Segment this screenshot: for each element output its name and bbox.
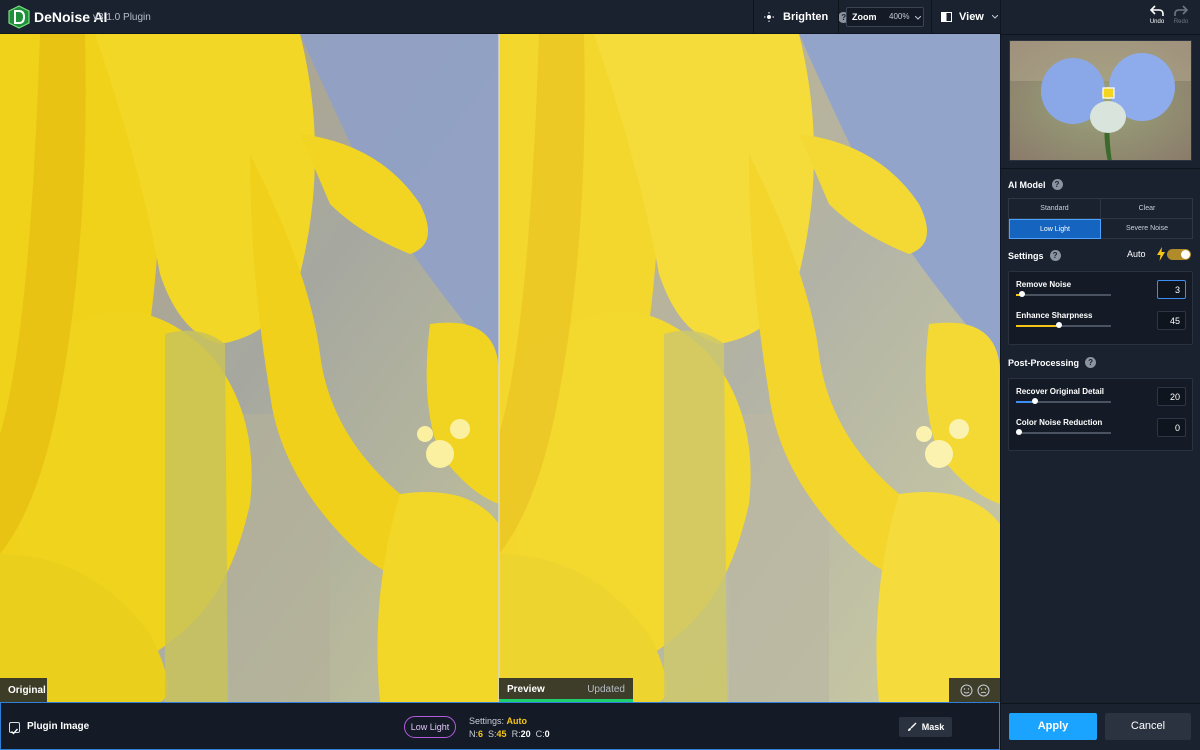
- recover-detail-slider[interactable]: [1016, 398, 1111, 404]
- post-processing-title: Post-Processing: [1008, 357, 1080, 368]
- view-dropdown[interactable]: View: [941, 0, 998, 34]
- model-standard[interactable]: Standard: [1009, 199, 1101, 219]
- slider-fill: [1016, 325, 1059, 327]
- ai-model-title: AI Model: [1008, 179, 1046, 190]
- zoom-dropdown[interactable]: Zoom 400%: [846, 7, 924, 27]
- frown-icon[interactable]: [977, 684, 990, 697]
- undo-button[interactable]: Undo: [1147, 5, 1167, 25]
- zoom-value: 400%: [889, 12, 910, 21]
- model-pill: Low Light: [404, 716, 456, 738]
- settings-panel: Undo Redo AI Model ? Standard Clear Low …: [1000, 0, 1200, 750]
- color-noise-label: Color Noise Reduction: [1016, 418, 1103, 427]
- feedback-buttons: [949, 678, 1000, 702]
- c-value: 0: [544, 729, 550, 739]
- model-severe-noise[interactable]: Severe Noise: [1101, 219, 1193, 239]
- panel-divider: [1001, 34, 1200, 35]
- preview-label: Preview: [507, 684, 545, 695]
- enhance-sharpness-label: Enhance Sharpness: [1016, 311, 1093, 320]
- toolbar-divider: [838, 0, 839, 34]
- plugin-image-label: Plugin Image: [27, 721, 90, 732]
- panel-divider: [1001, 703, 1200, 704]
- settings-header: Settings ?: [1008, 250, 1061, 261]
- cancel-button[interactable]: Cancel: [1105, 713, 1191, 740]
- enhance-sharpness-value[interactable]: 45: [1157, 311, 1186, 330]
- chevron-down-icon: [991, 15, 998, 19]
- original-label: Original: [0, 678, 47, 702]
- c-label: C:: [535, 729, 545, 739]
- slider-knob[interactable]: [1032, 398, 1038, 404]
- smile-icon[interactable]: [960, 684, 973, 697]
- auto-label: Auto: [1127, 249, 1146, 259]
- check-icon: [11, 728, 19, 735]
- settings-mode: Auto: [506, 716, 528, 726]
- toggle-knob: [1181, 250, 1190, 259]
- ai-model-selector: Standard Clear Low Light Severe Noise: [1008, 198, 1193, 239]
- settings-sliders-box: Remove Noise 3 Enhance Sharpness 45: [1008, 271, 1193, 345]
- toolbar-divider: [753, 0, 754, 34]
- r-label: R:: [511, 729, 521, 739]
- original-image[interactable]: [0, 34, 499, 702]
- post-processing-header: Post-Processing ?: [1008, 357, 1097, 368]
- settings-summary-label: Settings:: [469, 716, 505, 726]
- auto-toggle[interactable]: [1167, 249, 1191, 260]
- remove-noise-label: Remove Noise: [1016, 280, 1072, 289]
- preview-image[interactable]: [499, 34, 1000, 702]
- recover-detail-label: Recover Original Detail: [1016, 387, 1105, 396]
- help-icon[interactable]: ?: [1051, 179, 1063, 190]
- apply-button[interactable]: Apply: [1009, 713, 1097, 740]
- toolbar-divider: [931, 0, 932, 34]
- help-icon[interactable]: ?: [1085, 357, 1097, 368]
- preview-label-bar: Preview Updated: [499, 678, 633, 702]
- remove-noise-slider[interactable]: [1016, 291, 1111, 297]
- sun-icon: [764, 12, 774, 22]
- settings-title: Settings: [1008, 250, 1044, 261]
- denoise-logo-icon: [8, 5, 30, 29]
- color-noise-slider[interactable]: [1016, 429, 1111, 435]
- split-divider[interactable]: [498, 34, 500, 702]
- panel-divider: [1001, 168, 1200, 169]
- redo-icon: [1174, 5, 1189, 16]
- mask-label: Mask: [921, 722, 945, 732]
- preview-status: Updated: [587, 684, 625, 695]
- top-toolbar: DeNoise AI v3.1.0 Plugin Brighten ? Zoom…: [0, 0, 1000, 34]
- mask-button[interactable]: Mask: [899, 717, 952, 737]
- brighten-label: Brighten: [783, 11, 829, 23]
- ai-model-header: AI Model ?: [1008, 179, 1063, 190]
- split-view-icon: [941, 12, 952, 22]
- color-noise-value[interactable]: 0: [1157, 418, 1186, 437]
- brighten-button[interactable]: Brighten ?: [764, 0, 850, 34]
- slider-knob[interactable]: [1055, 322, 1062, 328]
- n-label: N:: [469, 729, 478, 739]
- bottom-bar: Plugin Image Low Light Settings: Auto N:…: [0, 702, 1000, 750]
- app-version: v3.1.0 Plugin: [93, 12, 151, 23]
- redo-button[interactable]: Redo: [1171, 5, 1191, 25]
- r-value: 20: [520, 729, 531, 739]
- recover-detail-value[interactable]: 20: [1157, 387, 1186, 406]
- slider-knob[interactable]: [1018, 291, 1025, 297]
- n-value: 6: [478, 729, 484, 739]
- post-processing-box: Recover Original Detail 20 Color Noise R…: [1008, 378, 1193, 451]
- s-value: 45: [496, 729, 507, 739]
- plugin-image-checkbox[interactable]: [9, 722, 20, 735]
- undo-label: Undo: [1149, 19, 1165, 25]
- undo-icon: [1149, 5, 1164, 16]
- settings-summary: Settings: Auto N:6 S:45 R:20 C:0: [469, 715, 550, 741]
- model-low-light[interactable]: Low Light: [1009, 219, 1101, 239]
- enhance-sharpness-slider[interactable]: [1016, 322, 1111, 328]
- s-label: S:: [488, 729, 497, 739]
- slider-knob[interactable]: [1016, 429, 1022, 435]
- brush-icon: [907, 722, 917, 731]
- model-clear[interactable]: Clear: [1101, 199, 1193, 219]
- remove-noise-value[interactable]: 3: [1157, 280, 1186, 299]
- zoom-label: Zoom: [852, 12, 877, 22]
- image-viewer[interactable]: [0, 34, 1000, 702]
- view-label: View: [959, 11, 984, 23]
- navigator-thumbnail[interactable]: [1009, 40, 1192, 161]
- help-icon[interactable]: ?: [1049, 250, 1061, 261]
- chevron-down-icon: [915, 16, 921, 20]
- redo-label: Redo: [1173, 19, 1189, 25]
- lightning-icon: [1157, 247, 1165, 261]
